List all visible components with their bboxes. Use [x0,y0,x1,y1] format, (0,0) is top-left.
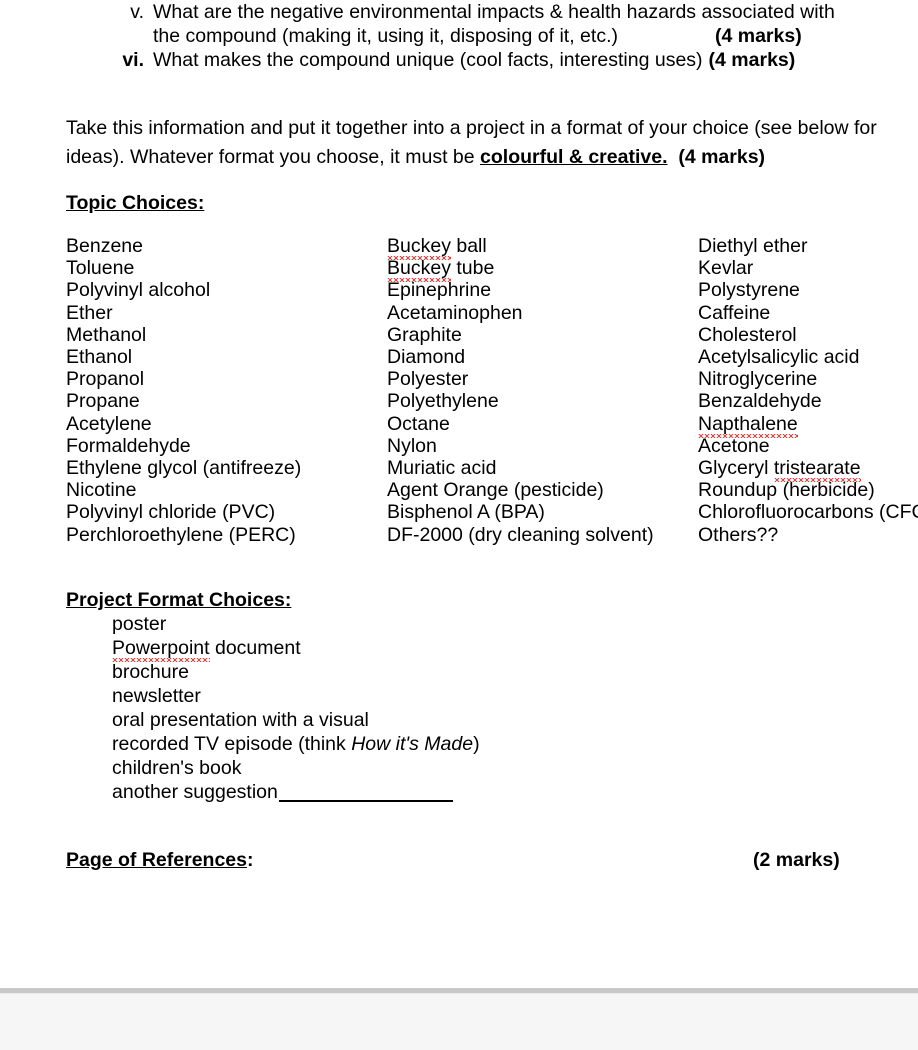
paragraph-emphasis: colourful & creative. [480,146,668,168]
topic-item: Agent Orange (pesticide) [387,479,604,502]
format-item-text: another suggestion [112,781,278,803]
list-item-v: v. What are the negative environmental i… [66,0,906,48]
topic-item: Polyvinyl chloride (PVC) [66,501,276,524]
topic-item: Polyvinyl alcohol [66,279,211,302]
question-v-line1: What are the negative environmental impa… [153,1,835,23]
list-body-vi: What makes the compound unique (cool fac… [153,48,906,72]
topic-item: Glyceryl tristearate [698,457,918,482]
topic-item: Acetone [698,434,770,457]
topic-item-rest: ball [450,235,487,257]
topic-item: Roundup (herbicide) [698,479,875,502]
format-item: brochure [112,661,189,683]
topic-item: Kevlar [698,257,754,280]
list-body-v: What are the negative environmental impa… [153,0,906,48]
spellcheck-word: Buckey [387,257,451,282]
fill-in-blank[interactable] [278,800,453,802]
topic-item: Cholesterol [698,323,797,346]
topic-item: Buckey ball [387,235,654,257]
topic-item: Propanol [66,368,145,391]
topic-item: Polyethylene [387,390,499,413]
format-item: oral presentation with a visual [112,709,369,731]
references-heading: Page of References: [66,848,254,872]
topic-item: Nicotine [66,479,137,502]
topic-item-rest: tube [450,257,495,280]
topic-item: Epinephrine [387,279,492,302]
format-item: newsletter [112,685,201,707]
format-item: another suggestion [112,780,480,804]
topic-item: Buckey tube [387,257,654,282]
topic-column-3: Diethyl ether Kevlar Polystyrene Caffein… [698,235,918,546]
format-item-suffix: ) [473,733,480,755]
topic-item: Ether [66,301,113,324]
topic-item: Diamond [387,346,466,369]
marks-badge-vi: (4 marks) [708,49,796,71]
references-heading-text: Page of References [66,849,247,871]
spellcheck-word: Powerpoint [112,637,210,662]
references-colon: : [247,849,254,871]
topic-item: Toluene [66,257,135,280]
format-item: recorded TV episode (think How it's Made… [112,732,480,756]
topic-item: Diethyl ether [698,235,808,257]
topic-item: Propane [66,390,140,413]
instruction-paragraph: Take this information and put it togethe… [66,114,914,172]
format-item-italic: How it's Made [351,733,474,755]
list-marker-v: v. [130,1,144,23]
list-marker-vi: vi. [122,49,144,71]
marks-badge-references: (2 marks) [753,849,840,871]
topic-item: Ethanol [66,346,133,369]
format-item: poster [112,613,167,635]
format-item: Powerpoint document [112,636,480,660]
spellcheck-word: tristearate [773,457,861,482]
topic-column-2: Buckey ball Buckey tube Epinephrine Acet… [387,235,654,546]
question-v-line2-wrap: the compound (making it, using it, dispo… [153,24,906,48]
topic-item: Formaldehyde [66,434,191,457]
document-page: v. What are the negative environmental i… [0,0,918,988]
topic-column-1: Benzene Toluene Polyvinyl alcohol Ether … [66,235,301,546]
format-item-rest: document [209,637,301,659]
question-vi-line1: What makes the compound unique (cool fac… [153,49,703,71]
topic-item: Caffeine [698,301,771,324]
project-format-list: poster Powerpoint document brochure news… [112,612,480,804]
topic-item: Others?? [698,523,779,546]
project-format-heading-text: Project Format Choices: [66,589,292,611]
topic-item: Chlorofluorocarbons (CFC [698,501,918,524]
topic-item: Benzaldehyde [698,390,822,413]
topic-item: Napthalene [698,412,918,438]
next-page-area [0,993,918,1050]
topic-item: Muriatic acid [387,457,497,480]
topic-item: Nitroglycerine [698,368,818,391]
topic-item: Acetylsalicylic acid [698,346,860,369]
question-list: v. What are the negative environmental i… [66,0,906,72]
topic-choices-columns: Benzene Toluene Polyvinyl alcohol Ether … [0,235,918,546]
topic-item: Benzene [66,235,143,257]
topic-item: Acetaminophen [387,301,523,324]
marks-badge-paragraph: (4 marks) [678,146,766,168]
topic-item: Graphite [387,323,462,346]
topic-item: Polyester [387,368,469,391]
marks-badge-v: (4 marks) [714,25,802,47]
topic-item: Ethylene glycol (antifreeze) [66,457,302,480]
format-item-text: recorded TV episode (think [112,733,352,755]
topic-item: DF-2000 (dry cleaning solvent) [387,523,654,546]
spellcheck-word: Napthalene [698,412,798,438]
topic-choices-heading: Topic Choices: [66,192,205,214]
question-v-line2: the compound (making it, using it, dispo… [153,25,618,47]
topic-item: Polystyrene [698,279,800,302]
project-format-heading: Project Format Choices: [66,588,291,612]
topic-item-prefix: Glyceryl [698,457,774,480]
topic-item: Methanol [66,323,147,346]
format-item: children's book [112,757,242,779]
topic-item: Perchloroethylene (PERC) [66,523,296,546]
topic-item: Acetylene [66,412,152,435]
topic-item: Nylon [387,434,437,457]
topic-item: Bisphenol A (BPA) [387,501,545,524]
topic-item: Octane [387,412,450,435]
list-item-vi: vi. What makes the compound unique (cool… [66,48,906,72]
